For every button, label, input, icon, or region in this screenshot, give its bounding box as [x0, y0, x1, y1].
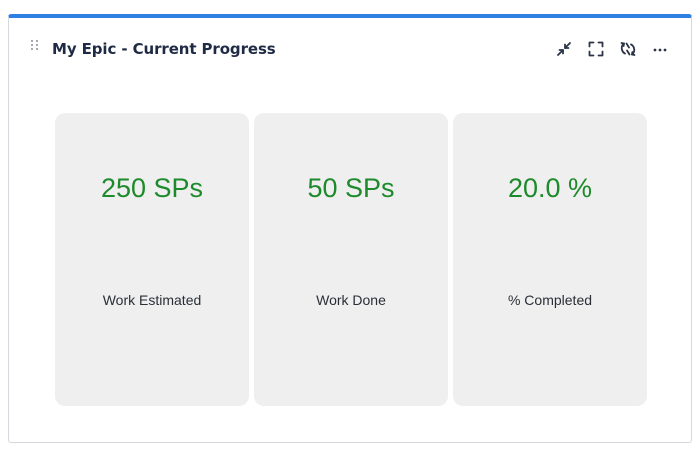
metric-label: Work Done [316, 292, 386, 308]
refresh-button[interactable] [617, 38, 639, 60]
metric-card-percent-completed: 20.0 % % Completed [453, 113, 647, 406]
dashboard-gadget: My Epic - Current Progress 250 SPs Work … [8, 14, 692, 443]
fullscreen-button[interactable] [585, 38, 607, 60]
refresh-icon [620, 42, 636, 56]
gadget-title: My Epic - Current Progress [52, 40, 276, 58]
gadget-toolbar [553, 38, 671, 60]
metric-card-work-done: 50 SPs Work Done [254, 113, 448, 406]
metric-label: Work Estimated [102, 292, 202, 308]
metric-value: 50 SPs [307, 173, 395, 203]
metric-value: 250 SPs [100, 173, 204, 203]
more-options-button[interactable] [649, 38, 671, 60]
minimize-button[interactable] [553, 38, 575, 60]
drag-handle-icon[interactable] [31, 40, 39, 52]
fullscreen-icon [588, 41, 604, 57]
metric-cards: 250 SPs Work Estimated 50 SPs Work Done … [55, 113, 647, 406]
minimize-icon [557, 42, 571, 56]
metric-value: 20.0 % [507, 173, 593, 203]
metric-label: % Completed [507, 292, 593, 308]
more-icon [653, 48, 667, 52]
gadget-header: My Epic - Current Progress [9, 18, 691, 76]
metric-card-work-estimated: 250 SPs Work Estimated [55, 113, 249, 406]
